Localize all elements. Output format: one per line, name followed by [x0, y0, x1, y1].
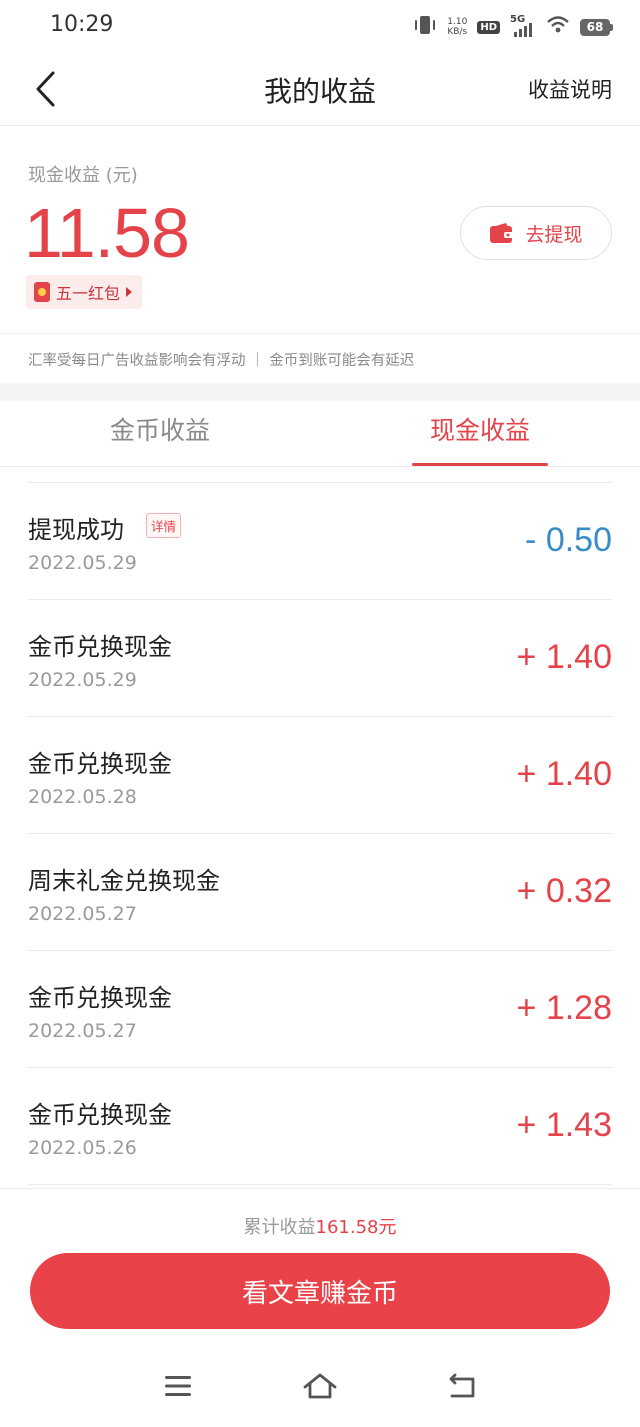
header: 我的收益 收益说明 [0, 52, 640, 126]
vibrate-icon [413, 14, 437, 40]
earnings-record-list: 提现成功 详情 2022.05.29 - 0.50 金币兑换现金 2022.05… [28, 482, 612, 1185]
red-envelope-icon [34, 282, 50, 302]
read-articles-earn-coins-button[interactable]: 看文章赚金币 [30, 1253, 610, 1329]
record-amount: + 1.40 [516, 755, 612, 793]
notice-bar: 汇率受每日广告收益影响会有浮动 ｜ 金币到账可能会有延迟 [0, 333, 640, 383]
may-day-hongbao-badge[interactable]: 五一红包 [26, 275, 143, 309]
record-amount: + 1.28 [516, 989, 612, 1027]
status-time: 10:29 [50, 12, 114, 37]
signal-icon: 5G [510, 14, 536, 38]
list-item[interactable]: 金币兑换现金 2022.05.28 + 1.40 [28, 717, 612, 834]
earnings-summary: 现金收益 (元) 11.58 五一红包 去提现 [0, 127, 640, 333]
list-item[interactable]: 提现成功 详情 2022.05.29 - 0.50 [28, 483, 612, 600]
list-item[interactable]: 金币兑换现金 2022.05.27 + 1.28 [28, 951, 612, 1068]
status-bar: 10:29 1.10 KB/s HD 5G 68 [0, 0, 640, 52]
record-date: 2022.05.29 [28, 552, 137, 574]
record-date: 2022.05.26 [28, 1137, 137, 1159]
record-title: 金币兑换现金 [28, 633, 172, 661]
record-title: 周末礼金兑换现金 [28, 867, 220, 895]
system-nav-bar [0, 1352, 640, 1427]
record-date: 2022.05.27 [28, 1020, 137, 1042]
active-tab-indicator [412, 463, 548, 466]
tab-cash-earnings[interactable]: 现金收益 [380, 411, 580, 447]
triangle-right-icon [126, 287, 133, 297]
cash-earnings-label: 现金收益 (元) [28, 165, 138, 186]
record-title: 金币兑换现金 [28, 984, 172, 1012]
home-icon [303, 1373, 337, 1399]
record-amount: + 1.43 [516, 1106, 612, 1144]
withdraw-button[interactable]: 去提现 [460, 206, 612, 260]
speed-unit: KB/s [447, 27, 468, 37]
total-earnings-label: 累计收益 [243, 1217, 316, 1238]
chevron-left-icon [36, 71, 55, 107]
battery-icon: 68 [580, 18, 613, 36]
cash-earnings-amount: 11.58 [24, 194, 190, 272]
cta-label: 看文章赚金币 [241, 1278, 398, 1309]
record-amount: + 0.32 [516, 872, 612, 910]
status-icons: 1.10 KB/s HD 5G 68 [413, 14, 613, 40]
network-speed: 1.10 KB/s [447, 17, 467, 37]
record-title: 金币兑换现金 [28, 1101, 172, 1129]
hongbao-label: 五一红包 [56, 284, 121, 303]
list-item[interactable]: 金币兑换现金 2022.05.26 + 1.43 [28, 1068, 612, 1185]
return-icon [449, 1373, 475, 1398]
list-item[interactable]: 金币兑换现金 2022.05.29 + 1.40 [28, 600, 612, 717]
list-item[interactable]: 周末礼金兑换现金 2022.05.27 + 0.32 [28, 834, 612, 951]
earnings-tabs: 金币收益 现金收益 [0, 401, 640, 467]
record-date: 2022.05.29 [28, 669, 137, 691]
menu-nav-button[interactable] [158, 1366, 198, 1406]
page: 10:29 1.10 KB/s HD 5G 68 我的收益 收益说明 现金收益 … [0, 0, 640, 1427]
bottom-panel: 累计收益161.58元 看文章赚金币 [0, 1188, 640, 1348]
record-title: 金币兑换现金 [28, 750, 172, 778]
total-earnings-value: 161.58元 [315, 1217, 397, 1238]
record-title: 提现成功 [28, 516, 124, 544]
speed-value: 1.10 [447, 17, 468, 27]
record-date: 2022.05.28 [28, 786, 137, 808]
back-nav-button[interactable] [442, 1366, 482, 1406]
wifi-icon [546, 15, 570, 39]
wallet-icon [490, 223, 515, 243]
hd-badge: HD [477, 20, 500, 34]
section-divider [0, 383, 640, 401]
menu-icon [165, 1376, 191, 1396]
home-nav-button[interactable] [300, 1366, 340, 1406]
total-earnings: 累计收益161.58元 [0, 1213, 640, 1239]
record-amount: - 0.50 [525, 521, 612, 559]
detail-tag[interactable]: 详情 [146, 513, 182, 538]
notice-text: 汇率受每日广告收益影响会有浮动 ｜ 金币到账可能会有延迟 [28, 353, 415, 369]
withdraw-label: 去提现 [525, 223, 583, 246]
tab-gold-earnings[interactable]: 金币收益 [60, 411, 260, 447]
record-amount: + 1.40 [516, 638, 612, 676]
back-button[interactable] [22, 66, 68, 112]
record-date: 2022.05.27 [28, 903, 137, 925]
earnings-help-link[interactable]: 收益说明 [528, 74, 612, 104]
